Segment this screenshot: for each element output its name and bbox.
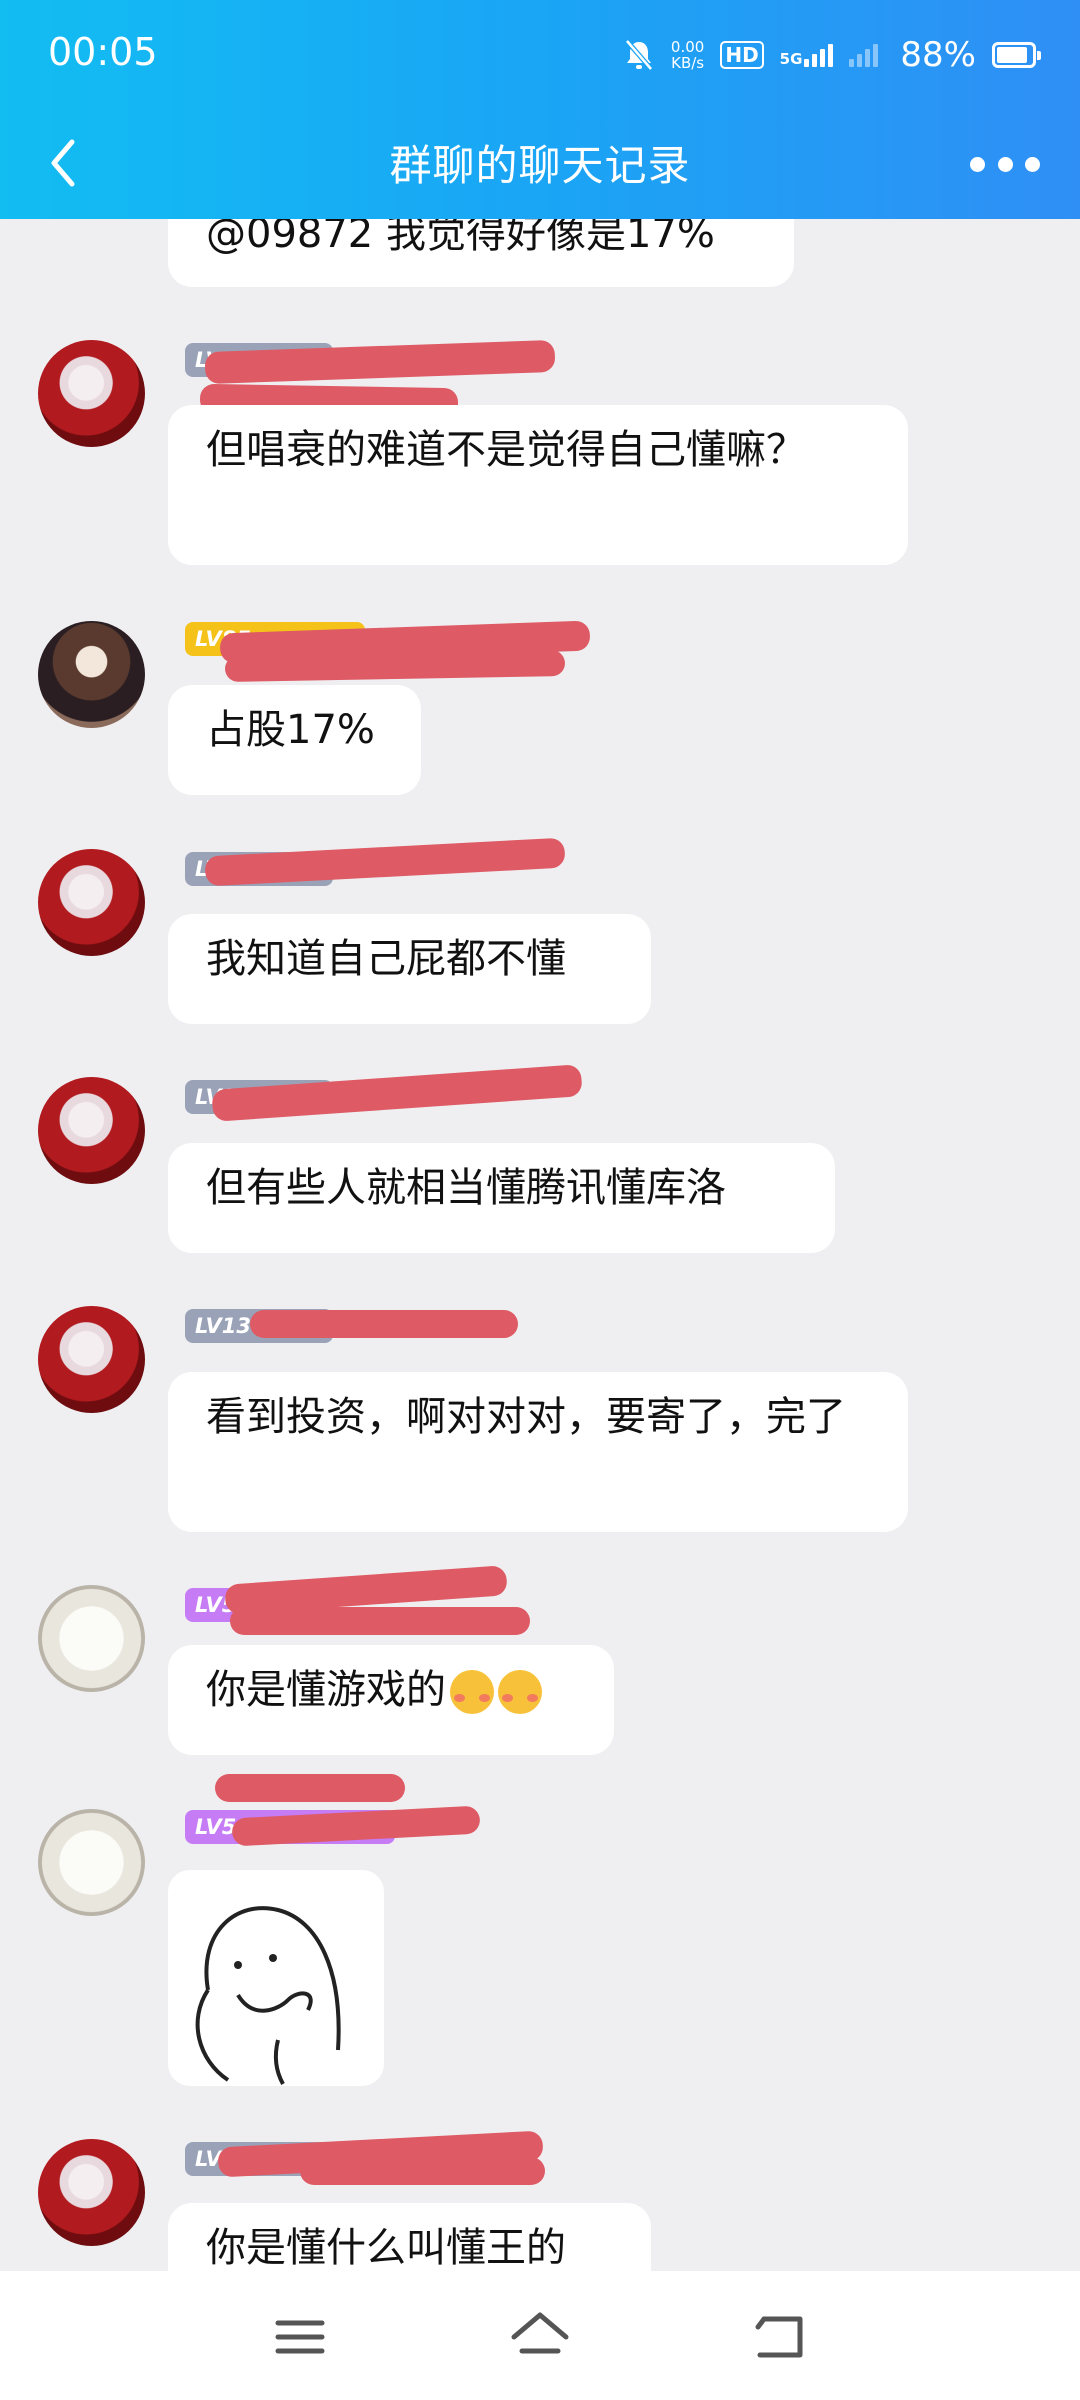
menu-icon[interactable] bbox=[270, 2309, 330, 2365]
message-bubble[interactable]: 我知道自己屁都不懂 bbox=[168, 914, 651, 1024]
message-bubble[interactable]: 但有些人就相当懂腾讯懂库洛 bbox=[168, 1143, 835, 1253]
hd-icon: HD bbox=[720, 41, 764, 69]
redacted-name bbox=[211, 1064, 583, 1122]
message-text: @09872 我觉得好像是17% bbox=[206, 219, 715, 257]
message-text: 但有些人就相当懂腾讯懂库洛 bbox=[206, 1165, 726, 1211]
message-text: 占股17% bbox=[206, 707, 375, 753]
chat-history[interactable]: @09872 我觉得好像是17% LV 但唱衰的难道不是觉得自己懂嘛？ LV85… bbox=[0, 219, 1080, 2271]
redacted-name bbox=[215, 1774, 405, 1802]
redacted-name bbox=[204, 837, 566, 887]
message-bubble[interactable]: 占股17% bbox=[168, 685, 421, 795]
battery-percent: 88% bbox=[900, 35, 976, 75]
redacted-name bbox=[300, 2157, 545, 2185]
mute-icon bbox=[625, 39, 653, 71]
page-title: 群聊的聊天记录 bbox=[389, 141, 691, 190]
avatar[interactable] bbox=[38, 1306, 145, 1413]
message-bubble[interactable]: 但唱衰的难道不是觉得自己懂嘛？ bbox=[168, 405, 908, 565]
header: 00:05 0.00 KB/s HD 5G 88% 群聊的聊天记录 bbox=[0, 0, 1080, 219]
status-time: 00:05 bbox=[48, 30, 158, 74]
back-nav-icon[interactable] bbox=[750, 2309, 810, 2365]
home-icon[interactable] bbox=[510, 2309, 570, 2365]
avatar[interactable] bbox=[38, 849, 145, 956]
message-text: 看到投资，啊对对对，要寄了，完了 bbox=[206, 1394, 846, 1440]
avatar[interactable] bbox=[38, 2139, 145, 2246]
redacted-name bbox=[230, 1607, 530, 1635]
avatar[interactable] bbox=[38, 340, 145, 447]
more-icon[interactable] bbox=[970, 134, 1040, 194]
message-bubble[interactable]: 你是懂游戏的 bbox=[168, 1645, 614, 1755]
message-text: 你是懂游戏的 bbox=[206, 1667, 446, 1713]
avatar[interactable] bbox=[38, 621, 145, 728]
message-bubble[interactable]: 看到投资，啊对对对，要寄了，完了 bbox=[168, 1372, 908, 1532]
avatar[interactable] bbox=[38, 1585, 145, 1692]
nav-row: 群聊的聊天记录 bbox=[0, 110, 1080, 219]
message-bubble[interactable]: 你是懂什么叫懂王的 bbox=[168, 2203, 651, 2271]
blush-emoji bbox=[450, 1670, 494, 1714]
status-bar: 00:05 0.00 KB/s HD 5G 88% bbox=[0, 0, 1080, 110]
message-text: 但唱衰的难道不是觉得自己懂嘛？ bbox=[206, 427, 806, 473]
net-speed: 0.00 KB/s bbox=[670, 38, 705, 72]
5g-signal-icon: 5G bbox=[780, 43, 834, 67]
redacted-name bbox=[250, 1310, 518, 1338]
message-bubble[interactable]: @09872 我觉得好像是17% bbox=[168, 219, 794, 287]
avatar[interactable] bbox=[38, 1809, 145, 1916]
avatar[interactable] bbox=[38, 1077, 145, 1184]
status-icons: 0.00 KB/s HD 5G 88% bbox=[623, 30, 1041, 80]
redacted-name bbox=[224, 650, 566, 682]
signal-icon bbox=[849, 43, 879, 67]
bottom-nav bbox=[0, 2271, 1080, 2400]
battery-icon bbox=[992, 42, 1041, 68]
doodle-sticker[interactable] bbox=[168, 1870, 384, 2086]
blush-emoji bbox=[498, 1670, 542, 1714]
message-text: 你是懂什么叫懂王的 bbox=[206, 2225, 566, 2271]
message-text: 我知道自己屁都不懂 bbox=[206, 936, 566, 982]
